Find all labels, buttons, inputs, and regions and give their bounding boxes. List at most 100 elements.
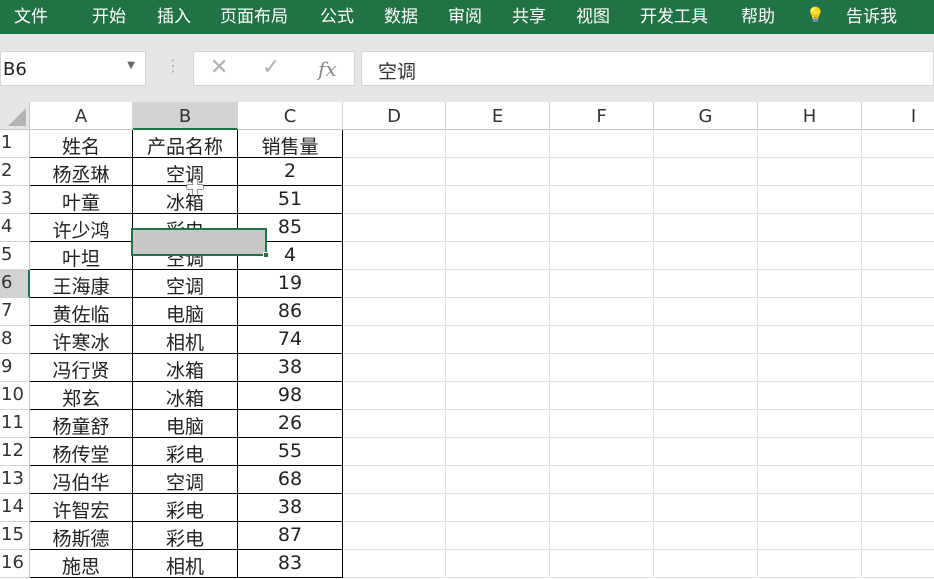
table-cell[interactable]: 85 [238, 214, 343, 242]
empty-cell[interactable] [758, 550, 862, 578]
menu-item[interactable]: 页面布局 [220, 2, 288, 27]
menu-item[interactable]: 审阅 [448, 2, 482, 27]
table-cell[interactable]: 许智宏 [30, 494, 133, 522]
empty-cell[interactable] [862, 382, 934, 410]
empty-cell[interactable] [862, 214, 934, 242]
table-cell[interactable]: 38 [238, 494, 343, 522]
table-cell[interactable]: 杨斯德 [30, 522, 133, 550]
table-cell[interactable]: 彩电 [133, 214, 238, 242]
menu-item[interactable]: 插入 [157, 2, 191, 27]
empty-cell[interactable] [654, 158, 758, 186]
menu-item[interactable]: 帮助 [741, 2, 775, 27]
empty-cell[interactable] [654, 326, 758, 354]
menu-item[interactable]: 共享 [512, 2, 546, 27]
table-cell[interactable]: 施思 [30, 550, 133, 578]
table-cell[interactable]: 87 [238, 522, 343, 550]
row-header[interactable]: 4 [0, 214, 30, 242]
column-header-a[interactable]: A [30, 102, 133, 130]
empty-cell[interactable] [862, 130, 934, 158]
row-header[interactable]: 10 [0, 382, 30, 410]
empty-cell[interactable] [550, 298, 654, 326]
row-header[interactable]: 12 [0, 438, 30, 466]
empty-cell[interactable] [343, 326, 446, 354]
table-cell[interactable]: 83 [238, 550, 343, 578]
empty-cell[interactable] [758, 438, 862, 466]
row-header[interactable]: 14 [0, 494, 30, 522]
row-header[interactable]: 6 [0, 270, 30, 298]
empty-cell[interactable] [343, 382, 446, 410]
table-cell[interactable]: 冰箱 [133, 354, 238, 382]
empty-cell[interactable] [862, 242, 934, 270]
empty-cell[interactable] [654, 214, 758, 242]
empty-cell[interactable] [654, 550, 758, 578]
empty-cell[interactable] [550, 158, 654, 186]
select-all-button[interactable] [0, 102, 30, 130]
table-cell[interactable]: 空调 [133, 242, 238, 270]
row-header[interactable]: 16 [0, 550, 30, 578]
empty-cell[interactable] [343, 550, 446, 578]
table-cell[interactable]: 杨传堂 [30, 438, 133, 466]
table-cell[interactable]: 许寒冰 [30, 326, 133, 354]
row-header[interactable]: 5 [0, 242, 30, 270]
empty-cell[interactable] [446, 130, 550, 158]
empty-cell[interactable] [550, 270, 654, 298]
table-cell[interactable]: 相机 [133, 326, 238, 354]
fill-handle[interactable] [263, 252, 269, 258]
empty-cell[interactable] [550, 130, 654, 158]
table-cell[interactable]: 55 [238, 438, 343, 466]
empty-cell[interactable] [446, 550, 550, 578]
empty-cell[interactable] [758, 522, 862, 550]
empty-cell[interactable] [862, 158, 934, 186]
empty-cell[interactable] [446, 186, 550, 214]
table-cell[interactable]: 彩电 [133, 494, 238, 522]
empty-cell[interactable] [862, 298, 934, 326]
row-header[interactable]: 11 [0, 410, 30, 438]
column-header-f[interactable]: F [550, 102, 654, 130]
empty-cell[interactable] [654, 438, 758, 466]
empty-cell[interactable] [550, 242, 654, 270]
empty-cell[interactable] [654, 382, 758, 410]
column-header-h[interactable]: H [758, 102, 862, 130]
table-cell[interactable]: 2 [238, 158, 343, 186]
table-cell[interactable]: 姓名 [30, 130, 133, 158]
empty-cell[interactable] [446, 522, 550, 550]
row-header[interactable]: 15 [0, 522, 30, 550]
empty-cell[interactable] [446, 158, 550, 186]
empty-cell[interactable] [862, 326, 934, 354]
menu-item[interactable]: 数据 [384, 2, 418, 27]
empty-cell[interactable] [862, 522, 934, 550]
table-cell[interactable]: 相机 [133, 550, 238, 578]
empty-cell[interactable] [758, 214, 862, 242]
empty-cell[interactable] [654, 466, 758, 494]
empty-cell[interactable] [758, 270, 862, 298]
empty-cell[interactable] [343, 354, 446, 382]
empty-cell[interactable] [654, 242, 758, 270]
empty-cell[interactable] [343, 158, 446, 186]
column-header-b[interactable]: B [133, 102, 238, 130]
table-cell[interactable]: 86 [238, 298, 343, 326]
table-cell[interactable]: 26 [238, 410, 343, 438]
empty-cell[interactable] [758, 130, 862, 158]
empty-cell[interactable] [758, 494, 862, 522]
empty-cell[interactable] [446, 298, 550, 326]
table-cell[interactable]: 冯伯华 [30, 466, 133, 494]
empty-cell[interactable] [758, 382, 862, 410]
empty-cell[interactable] [758, 298, 862, 326]
row-header[interactable]: 9 [0, 354, 30, 382]
chevron-down-icon[interactable]: ▼ [127, 60, 135, 71]
empty-cell[interactable] [343, 438, 446, 466]
empty-cell[interactable] [446, 214, 550, 242]
table-cell[interactable]: 冰箱 [133, 382, 238, 410]
empty-cell[interactable] [343, 270, 446, 298]
empty-cell[interactable] [343, 214, 446, 242]
empty-cell[interactable] [862, 270, 934, 298]
table-cell[interactable]: 电脑 [133, 298, 238, 326]
empty-cell[interactable] [654, 270, 758, 298]
column-header-g[interactable]: G [654, 102, 758, 130]
table-cell[interactable]: 黄佐临 [30, 298, 133, 326]
table-cell[interactable]: 郑玄 [30, 382, 133, 410]
empty-cell[interactable] [446, 466, 550, 494]
confirm-icon[interactable]: ✓ [262, 55, 280, 80]
empty-cell[interactable] [862, 438, 934, 466]
cancel-icon[interactable]: ✕ [210, 55, 228, 80]
